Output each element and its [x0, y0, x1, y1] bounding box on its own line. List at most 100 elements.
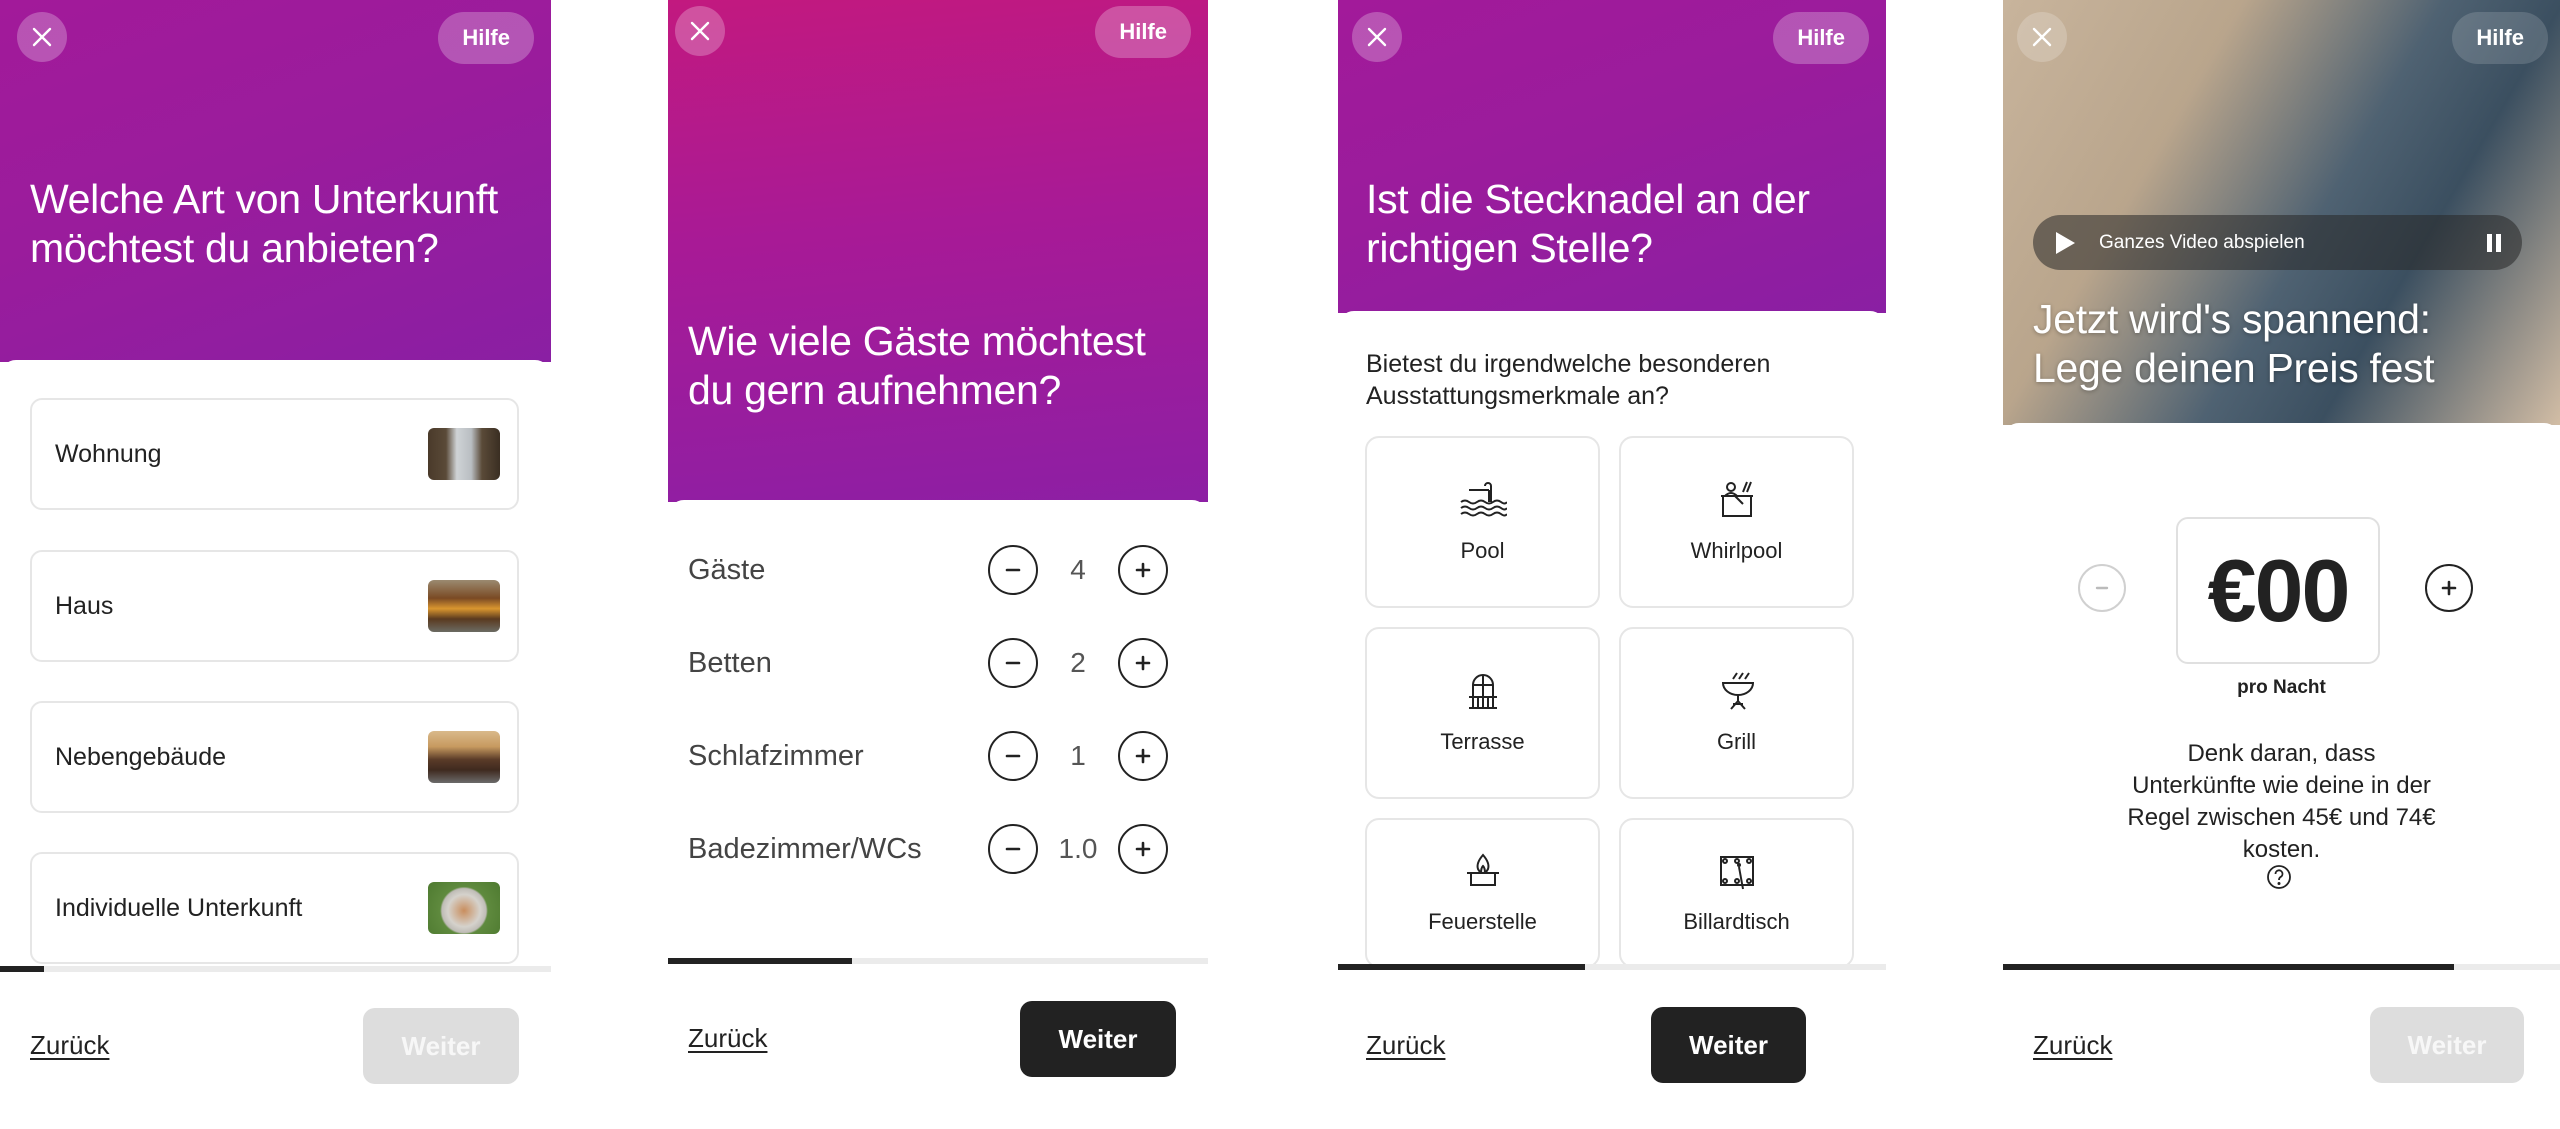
progress-bar [0, 966, 551, 972]
next-button[interactable]: Weiter [1020, 1001, 1176, 1077]
progress-bar [668, 958, 1208, 964]
minus-icon [2095, 586, 2109, 590]
decrement-button[interactable] [988, 638, 1038, 688]
price-increment-button[interactable] [2425, 564, 2473, 612]
close-button[interactable] [675, 6, 725, 56]
next-button[interactable]: Weiter [363, 1008, 519, 1084]
hero-header: Hilfe Wie viele Gäste möchtest du gern a… [668, 0, 1208, 502]
counter-value: 2 [1070, 647, 1086, 678]
close-icon [690, 21, 710, 41]
play-icon [2053, 230, 2099, 256]
next-button[interactable]: Weiter [2370, 1007, 2524, 1083]
page-title: Welche Art von Unterkunft möchtest du an… [30, 176, 499, 271]
amenity-label: Grill [1716, 729, 1757, 754]
counter-label: Betten [688, 646, 772, 679]
amenity-option-pool[interactable]: Pool [1365, 436, 1600, 608]
amenities-question: Bietest du irgendwelche besonderen Ausst… [1366, 350, 1771, 410]
back-link[interactable]: Zurück [1366, 1030, 1445, 1061]
amenity-label: Pool [1460, 538, 1505, 563]
back-link[interactable]: Zurück [2033, 1030, 2112, 1061]
progress-bar [2003, 964, 2560, 970]
option-label: Nebengebäude [55, 742, 226, 771]
counter-value: 1.0 [1058, 833, 1098, 864]
property-type-option[interactable]: Nebengebäude [30, 701, 519, 813]
close-button[interactable] [17, 12, 67, 62]
property-type-option[interactable]: Individuelle Unterkunft [30, 852, 519, 964]
price-hint: Denk daran, dass Unterkünfte wie deine i… [2127, 740, 2436, 863]
house-thumbnail [428, 580, 500, 632]
minus-icon [1005, 568, 1021, 572]
back-link[interactable]: Zurück [30, 1030, 109, 1061]
hot-tub-icon [1720, 481, 1753, 517]
amenity-label: Terrasse [1440, 729, 1525, 754]
counter-label: Badezimmer/WCs [688, 832, 922, 865]
counter-row-beds: Betten 2 [688, 633, 1168, 693]
price-decrement-button[interactable] [2078, 564, 2126, 612]
price-input[interactable]: €00 [2176, 517, 2380, 664]
help-button[interactable]: Hilfe [1095, 6, 1191, 58]
progress-fill [2003, 964, 2455, 970]
property-type-option[interactable]: Haus [30, 550, 519, 662]
page-title: Jetzt wird's spannend: Lege deinen Preis… [2033, 296, 2435, 391]
amenity-option-patio[interactable]: Terrasse [1365, 627, 1600, 799]
close-icon [2032, 27, 2052, 47]
back-link[interactable]: Zurück [688, 1023, 767, 1054]
unique-space-thumbnail [428, 882, 500, 934]
amenity-option-hot-tub[interactable]: Whirlpool [1619, 436, 1854, 608]
bathrooms-stepper: 1.0 [988, 824, 1168, 874]
amenity-option-pool-table[interactable]: Billardtisch [1619, 818, 1854, 968]
progress-fill [1338, 964, 1585, 970]
counter-value: 1 [1070, 740, 1086, 771]
close-button[interactable] [2017, 12, 2067, 62]
play-full-video-button[interactable]: Ganzes Video abspielen [2033, 215, 2522, 270]
video-label: Ganzes Video abspielen [2099, 231, 2305, 253]
help-button[interactable]: Hilfe [438, 12, 534, 64]
plus-icon [2441, 580, 2457, 596]
apartment-thumbnail [428, 428, 500, 480]
counter-row-bedrooms: Schlafzimmer 1 [688, 726, 1168, 786]
increment-button[interactable] [1118, 638, 1168, 688]
close-button[interactable] [1352, 12, 1402, 62]
decrement-button[interactable] [988, 545, 1038, 595]
grill-icon [1721, 672, 1754, 710]
counter-label: Schlafzimmer [688, 739, 864, 772]
bedrooms-stepper: 1 [988, 731, 1168, 781]
counter-row-guests: Gäste 4 [688, 540, 1168, 600]
increment-button[interactable] [1118, 824, 1168, 874]
option-label: Wohnung [55, 439, 162, 468]
help-button[interactable]: Hilfe [1773, 12, 1869, 64]
pool-icon [1459, 482, 1507, 517]
plus-icon [1135, 655, 1151, 671]
screen-pricing: Hilfe Ganzes Video abspielen Jetzt wird'… [2003, 0, 2560, 1129]
property-type-option[interactable]: Wohnung [30, 398, 519, 510]
amenity-option-grill[interactable]: Grill [1619, 627, 1854, 799]
screen-amenities: Hilfe Ist die Stecknadel an der richtige… [1338, 0, 1886, 1129]
help-button[interactable]: Hilfe [2452, 12, 2548, 64]
page-title: Wie viele Gäste möchtest du gern aufnehm… [688, 318, 1146, 413]
beds-stepper: 2 [988, 638, 1168, 688]
plus-icon [1135, 562, 1151, 578]
decrement-button[interactable] [988, 731, 1038, 781]
close-icon [32, 27, 52, 47]
plus-icon [1135, 841, 1151, 857]
hero-header: Hilfe Welche Art von Unterkunft möchtest… [0, 0, 551, 362]
amenity-label: Feuerstelle [1428, 909, 1537, 934]
option-label: Haus [55, 591, 114, 620]
next-button[interactable]: Weiter [1651, 1007, 1806, 1083]
intro-video[interactable]: Hilfe Ganzes Video abspielen Jetzt wird'… [2003, 0, 2560, 425]
amenity-option-fire-pit[interactable]: Feuerstelle [1365, 818, 1600, 968]
increment-button[interactable] [1118, 545, 1168, 595]
decrement-button[interactable] [988, 824, 1038, 874]
close-icon [1367, 27, 1387, 47]
pause-button[interactable] [2486, 232, 2502, 254]
option-label: Individuelle Unterkunft [55, 893, 303, 922]
screen-property-type: Hilfe Welche Art von Unterkunft möchtest… [0, 0, 551, 1129]
increment-button[interactable] [1118, 731, 1168, 781]
amenity-label: Whirlpool [1690, 538, 1783, 563]
minus-icon [1005, 754, 1021, 758]
amenity-label: Billardtisch [1683, 909, 1790, 934]
plus-icon [1135, 748, 1151, 764]
progress-fill [668, 958, 852, 964]
question-mark-icon[interactable] [2266, 864, 2292, 890]
minus-icon [1005, 847, 1021, 851]
